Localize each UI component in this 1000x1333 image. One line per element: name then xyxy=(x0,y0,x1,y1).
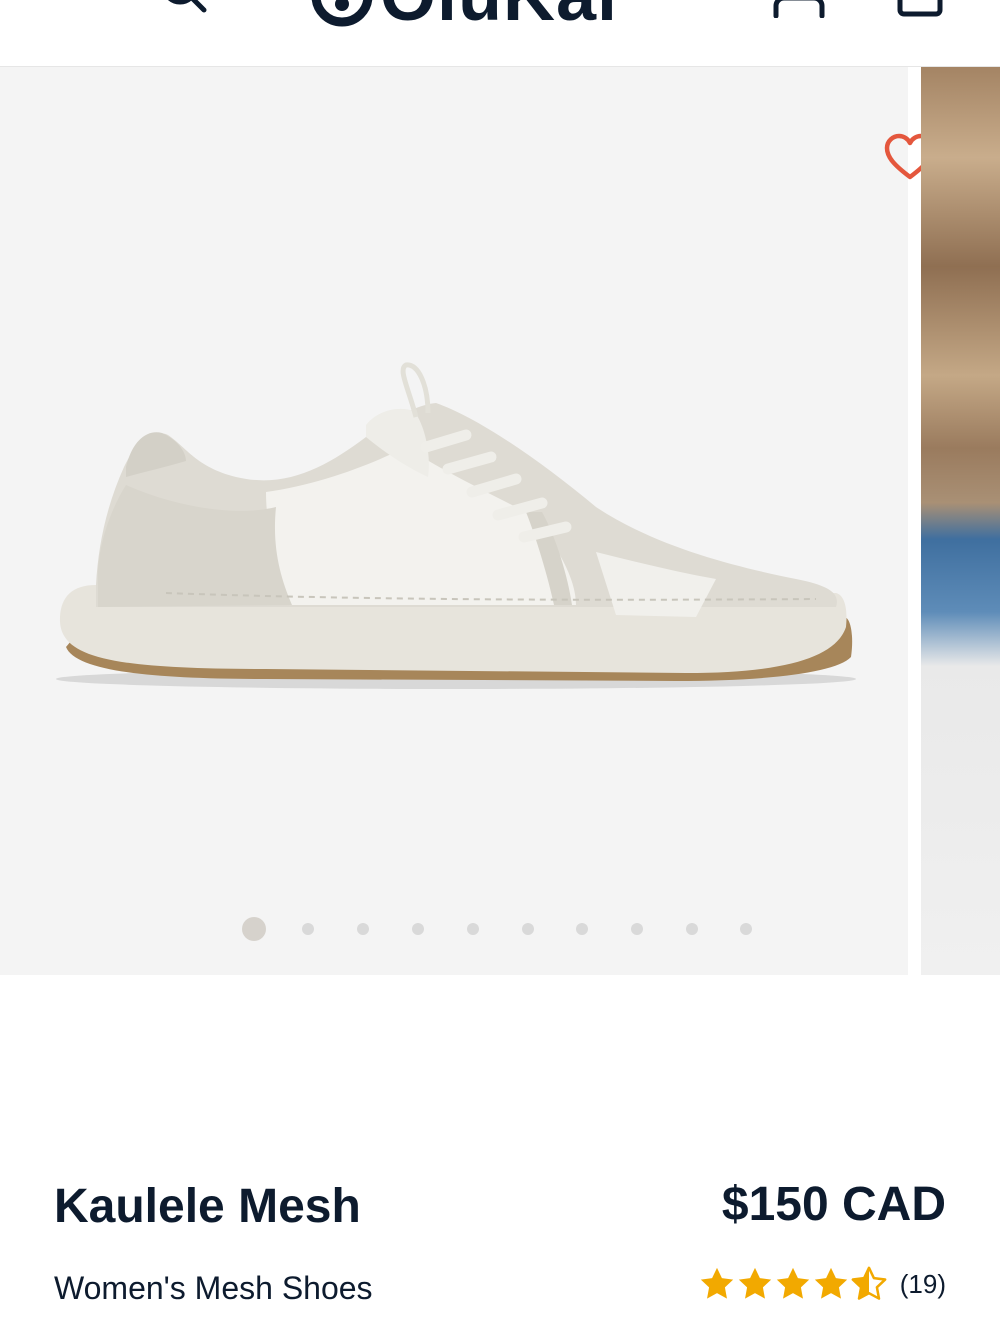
product-price: $150 CAD xyxy=(721,1178,946,1231)
search-icon[interactable] xyxy=(160,0,208,14)
carousel-pagination xyxy=(0,917,908,941)
carousel-dot[interactable] xyxy=(302,923,314,935)
carousel-dot[interactable] xyxy=(740,923,752,935)
product-rating[interactable]: (19) xyxy=(698,1262,946,1306)
product-subtitle: Women's Mesh Shoes xyxy=(54,1270,373,1306)
rating-stars xyxy=(698,1265,888,1303)
review-count[interactable]: (19) xyxy=(900,1269,946,1300)
carousel-dot[interactable] xyxy=(631,923,643,935)
carousel-dot-active[interactable] xyxy=(242,917,266,941)
carousel-dot[interactable] xyxy=(412,923,424,935)
carousel-dot[interactable] xyxy=(576,923,588,935)
product-image-slide[interactable] xyxy=(0,67,936,975)
carousel-dot[interactable] xyxy=(686,923,698,935)
star-full-icon xyxy=(814,1267,847,1299)
carousel-dot[interactable] xyxy=(357,923,369,935)
star-full-icon xyxy=(776,1267,809,1299)
cart-icon[interactable] xyxy=(896,0,944,18)
product-name: Kaulele Mesh xyxy=(54,1180,361,1233)
product-image-shoe xyxy=(56,362,856,689)
star-full-icon xyxy=(700,1267,733,1299)
brand-logo[interactable]: OluKai xyxy=(310,0,670,32)
site-header: OluKai xyxy=(0,0,1000,67)
carousel-dot[interactable] xyxy=(522,923,534,935)
logo-mark-icon xyxy=(311,0,373,27)
carousel-dot[interactable] xyxy=(467,923,479,935)
account-icon[interactable] xyxy=(772,0,826,18)
product-image-carousel[interactable] xyxy=(0,67,1000,975)
menu-icon[interactable] xyxy=(55,0,103,6)
logo-text: OluKai xyxy=(380,0,618,32)
next-product-image-slide[interactable] xyxy=(921,67,1000,975)
star-full-icon xyxy=(738,1267,771,1299)
star-half-icon xyxy=(851,1266,887,1300)
